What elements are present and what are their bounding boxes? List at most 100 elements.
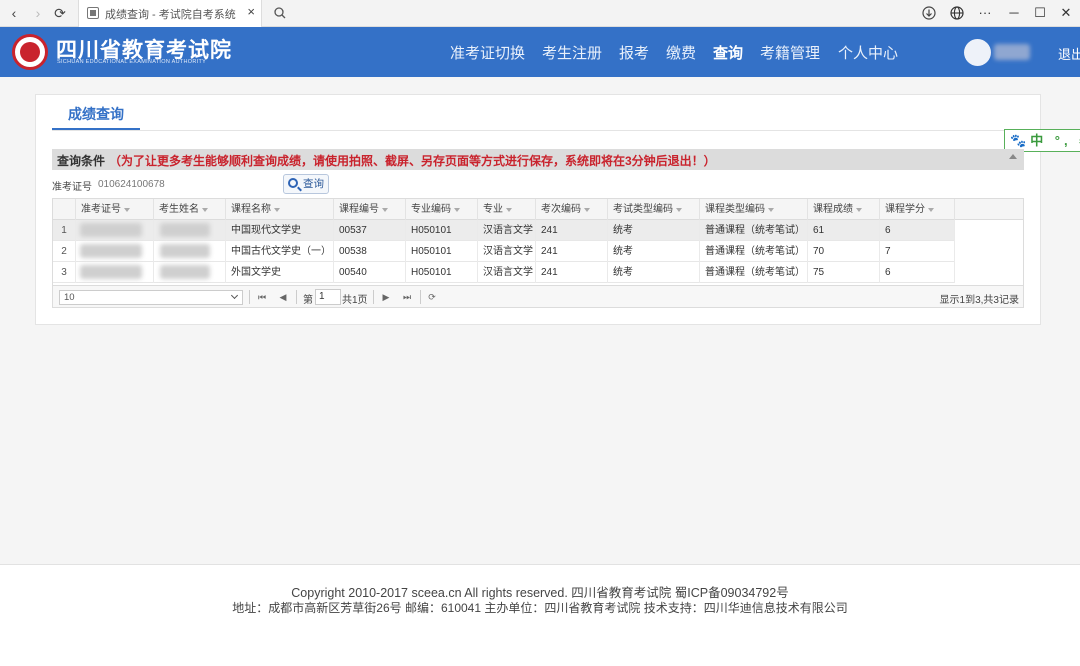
- more-menu-icon[interactable]: ···: [974, 3, 996, 23]
- col-header-course-code[interactable]: 课程编号: [334, 199, 406, 220]
- username-redacted: [994, 44, 1030, 60]
- exam-code-cell: 241: [536, 262, 608, 283]
- grid-header: 准考证号 考生姓名 课程名称 课程编号 专业编码 专业 考次编码 考试类型编码 …: [53, 199, 1023, 220]
- logout-link[interactable]: 退出: [1058, 44, 1080, 63]
- rownum-header: [53, 199, 76, 220]
- nav-query[interactable]: 查询: [713, 42, 743, 63]
- footer-address: 地址：成都市高新区芳草街26号 邮编：610041 主办单位：四川省教育考试院 …: [232, 601, 848, 615]
- col-header-course-label: 课程名称: [231, 204, 271, 215]
- close-window-icon[interactable]: ✕: [1055, 3, 1077, 23]
- sort-icon: [124, 208, 130, 212]
- col-header-major-label: 专业: [483, 204, 503, 215]
- page-total: 共1页: [342, 295, 368, 306]
- sort-icon: [506, 208, 512, 212]
- nav-ticket-switch[interactable]: 准考证切换: [450, 42, 525, 63]
- tab-close-icon[interactable]: ×: [247, 4, 255, 19]
- ime-text: 中 °, 器: [1030, 133, 1080, 148]
- major-code-cell: H050101: [406, 241, 478, 262]
- table-row[interactable]: 1 中国现代文学史 00537 H050101 汉语言文学 241 统考 普通课…: [53, 220, 955, 241]
- score-cell: 70: [808, 241, 880, 262]
- nav-payment[interactable]: 缴费: [666, 42, 696, 63]
- reload-icon[interactable]: ⟳: [50, 3, 70, 23]
- major-cell: 汉语言文学: [478, 262, 536, 283]
- table-row[interactable]: 2 中国古代文学史（一） 00538 H050101 汉语言文学 241 统考 …: [53, 241, 955, 262]
- page-number-input[interactable]: 1: [315, 289, 341, 305]
- ime-paw-icon: 🐾: [1010, 133, 1031, 148]
- col-header-major[interactable]: 专业: [478, 199, 536, 220]
- ticket-cell-redacted: [76, 241, 154, 262]
- logo-subtitle: SICHUAN EDUCATIONAL EXAMINATION AUTHORIT…: [57, 59, 207, 65]
- maximize-icon[interactable]: ☐: [1029, 3, 1051, 23]
- course-code-cell: 00538: [334, 241, 406, 262]
- col-header-exam-code-label: 考次编码: [541, 204, 581, 215]
- score-grid: 准考证号 考生姓名 课程名称 课程编号 专业编码 专业 考次编码 考试类型编码 …: [52, 198, 1024, 308]
- major-code-cell: H050101: [406, 262, 478, 283]
- score-cell: 75: [808, 262, 880, 283]
- collapse-icon[interactable]: [1009, 154, 1017, 159]
- sort-icon: [202, 208, 208, 212]
- minimize-icon[interactable]: ─: [1003, 3, 1025, 23]
- next-page-icon[interactable]: ▶: [380, 291, 392, 303]
- col-header-course-code-label: 课程编号: [339, 204, 379, 215]
- forward-icon[interactable]: ›: [28, 3, 48, 23]
- conditions-label: 查询条件: [57, 154, 106, 168]
- nav-personal-center[interactable]: 个人中心: [838, 42, 898, 63]
- prev-page-icon[interactable]: ◀: [277, 291, 289, 303]
- major-code-cell: H050101: [406, 220, 478, 241]
- chevron-down-icon: [230, 291, 239, 300]
- col-header-name-label: 考生姓名: [159, 204, 199, 215]
- col-header-name[interactable]: 考生姓名: [154, 199, 226, 220]
- major-cell: 汉语言文学: [478, 241, 536, 262]
- col-header-ticket[interactable]: 准考证号: [76, 199, 154, 220]
- tab-title: 成绩查询 - 考试院自考系统: [105, 9, 236, 21]
- col-header-score-label: 课程成绩: [813, 204, 853, 215]
- sort-icon: [676, 208, 682, 212]
- course-type-cell: 普通课程（统考笔试）: [700, 241, 808, 262]
- col-header-exam-type[interactable]: 考试类型编码: [608, 199, 700, 220]
- credit-cell: 6: [880, 220, 955, 241]
- back-icon[interactable]: ‹: [4, 3, 24, 23]
- row-number: 3: [53, 262, 76, 283]
- table-row[interactable]: 3 外国文学史 00540 H050101 汉语言文学 241 统考 普通课程（…: [53, 262, 955, 283]
- col-header-exam-type-label: 考试类型编码: [613, 204, 673, 215]
- first-page-icon[interactable]: ⏮: [256, 291, 268, 303]
- query-button[interactable]: 查询: [283, 174, 329, 194]
- site-header: 四川省教育考试院 SICHUAN EDUCATIONAL EXAMINATION…: [0, 27, 1080, 77]
- col-header-credit-label: 课程学分: [885, 204, 925, 215]
- credit-cell: 7: [880, 241, 955, 262]
- col-header-exam-code[interactable]: 考次编码: [536, 199, 608, 220]
- ticket-number-label: 准考证号: [52, 182, 92, 193]
- nav-apply[interactable]: 报考: [619, 42, 649, 63]
- col-header-course-type[interactable]: 课程类型编码: [700, 199, 808, 220]
- pager-divider: [296, 290, 297, 304]
- pagination-bar: 10 ⏮ ◀ 第 1 共1页 ▶ ⏭ ⟳ 显示1到3,共3记录: [53, 285, 1023, 307]
- nav-records[interactable]: 考籍管理: [760, 42, 820, 63]
- col-header-score[interactable]: 课程成绩: [808, 199, 880, 220]
- pager-info: 显示1到3,共3记录: [939, 295, 1019, 306]
- refresh-icon[interactable]: ⟳: [426, 291, 438, 303]
- globe-icon[interactable]: [946, 3, 968, 23]
- pager-divider: [249, 290, 250, 304]
- ticket-cell-redacted: [76, 220, 154, 241]
- course-code-cell: 00537: [334, 220, 406, 241]
- exam-code-cell: 241: [536, 220, 608, 241]
- sort-icon: [584, 208, 590, 212]
- exam-type-cell: 统考: [608, 241, 700, 262]
- col-header-course[interactable]: 课程名称: [226, 199, 334, 220]
- name-cell-redacted: [154, 262, 226, 283]
- page-size-value: 10: [64, 292, 75, 303]
- browser-tab[interactable]: 成绩查询 - 考试院自考系统 ×: [78, 0, 262, 27]
- download-icon[interactable]: [918, 3, 940, 23]
- nav-register[interactable]: 考生注册: [542, 42, 602, 63]
- col-header-major-code[interactable]: 专业编码: [406, 199, 478, 220]
- page-size-select[interactable]: 10: [59, 290, 243, 305]
- col-header-ticket-label: 准考证号: [81, 204, 121, 215]
- col-header-credit[interactable]: 课程学分: [880, 199, 955, 220]
- browser-toolbar: ‹ › ⟳ 成绩查询 - 考试院自考系统 × ··· ─ ☐ ✕: [0, 0, 1080, 27]
- last-page-icon[interactable]: ⏭: [401, 291, 413, 303]
- tab-search-icon[interactable]: [270, 3, 290, 23]
- search-row: 准考证号 查询: [52, 172, 1024, 197]
- exam-type-cell: 统考: [608, 220, 700, 241]
- panel-title[interactable]: 成绩查询: [52, 104, 140, 130]
- avatar[interactable]: [964, 39, 991, 66]
